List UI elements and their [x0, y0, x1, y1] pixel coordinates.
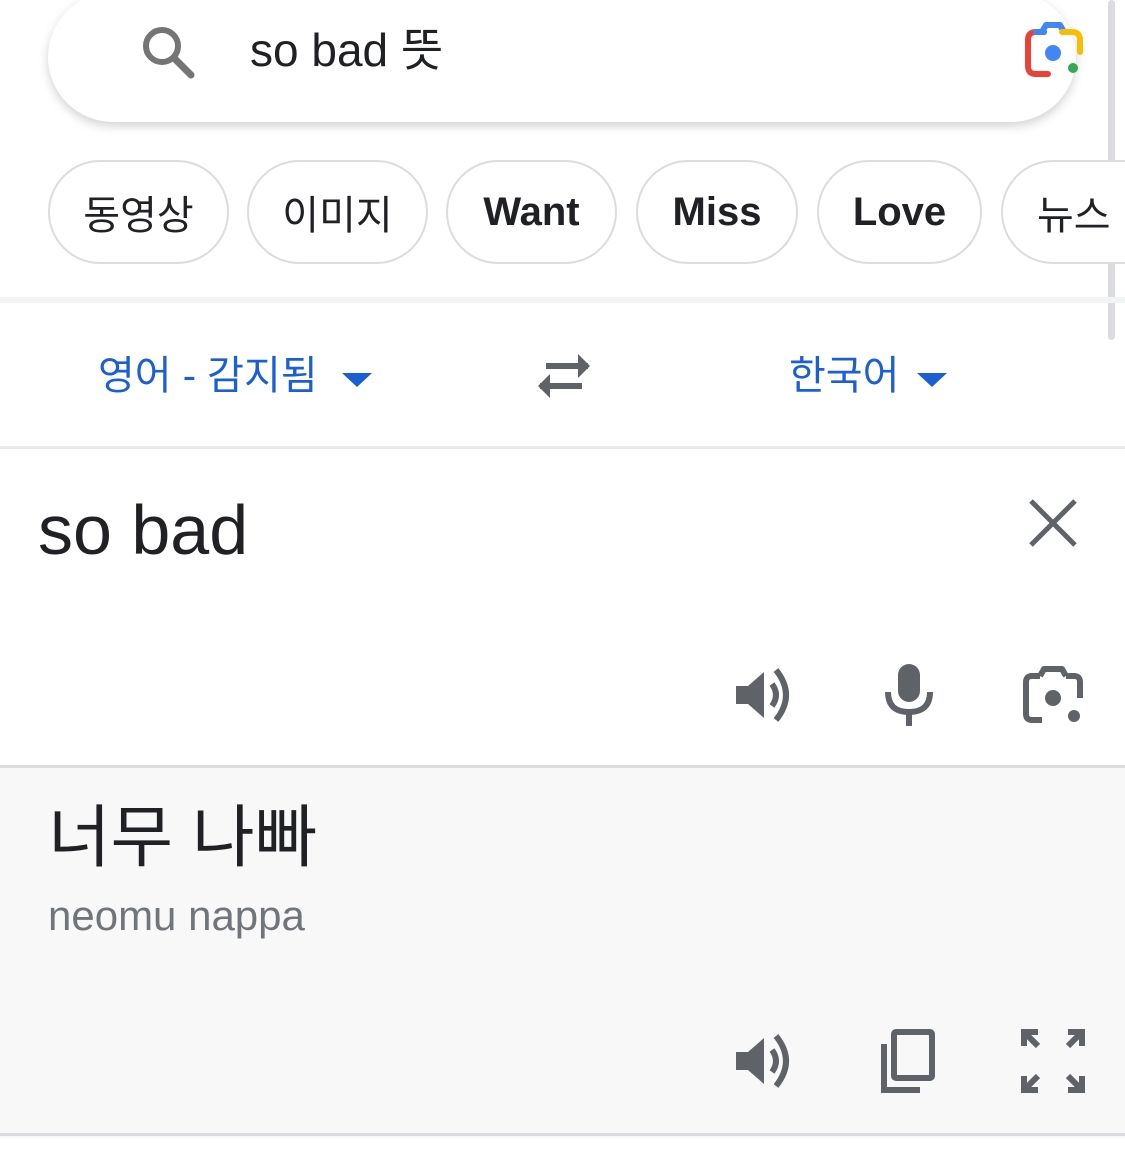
- speaker-icon[interactable]: [730, 1026, 800, 1096]
- target-language-caret-icon[interactable]: [917, 373, 947, 387]
- search-bar[interactable]: so bad 뜻: [48, 0, 1083, 122]
- fullscreen-icon[interactable]: [1018, 1026, 1088, 1096]
- transliteration-text: neomu nappa: [48, 892, 305, 939]
- google-lens-icon[interactable]: [1018, 18, 1088, 84]
- divider: [0, 1133, 1125, 1136]
- camera-icon[interactable]: [1018, 662, 1088, 732]
- chip-label: 동영상: [83, 194, 194, 238]
- microphone-icon[interactable]: [874, 660, 944, 730]
- chip-label: Love: [852, 189, 947, 234]
- translated-text: 너무 나빠: [48, 800, 318, 876]
- swap-languages-icon[interactable]: [532, 350, 596, 402]
- divider: [0, 297, 1125, 303]
- search-input[interactable]: so bad 뜻: [250, 22, 443, 78]
- page: so bad 뜻 동영상 이미지 Want Miss Love 뉴스 영어 - …: [0, 0, 1125, 1156]
- search-icon[interactable]: [136, 20, 200, 84]
- target-language-selector[interactable]: 한국어: [789, 348, 899, 404]
- chip-label: Want: [483, 189, 580, 234]
- source-language-selector[interactable]: 영어 - 감지됨: [98, 348, 318, 404]
- source-text-input[interactable]: so bad: [38, 488, 248, 572]
- chip-images[interactable]: 이미지: [247, 160, 428, 264]
- source-language-caret-icon[interactable]: [342, 373, 372, 387]
- chip-videos[interactable]: 동영상: [48, 160, 229, 264]
- copy-icon[interactable]: [872, 1026, 942, 1096]
- chip-want[interactable]: Want: [446, 160, 617, 264]
- chip-love[interactable]: Love: [817, 160, 982, 264]
- chip-label: Miss: [672, 189, 762, 234]
- chip-label: 뉴스: [1037, 194, 1111, 238]
- close-icon[interactable]: [1026, 496, 1080, 550]
- divider: [0, 446, 1125, 449]
- chip-news[interactable]: 뉴스: [1001, 160, 1125, 264]
- speaker-icon[interactable]: [730, 660, 800, 730]
- chip-label: 이미지: [282, 194, 393, 238]
- chip-miss[interactable]: Miss: [636, 160, 798, 264]
